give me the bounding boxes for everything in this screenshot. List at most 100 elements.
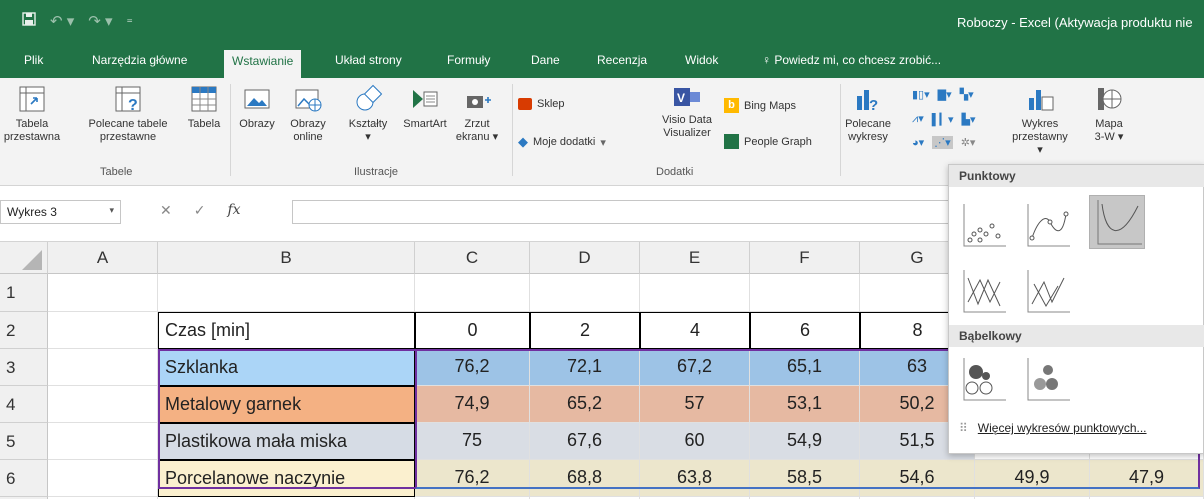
cell[interactable] (530, 274, 640, 312)
people-graph-button[interactable]: People Graph (724, 134, 812, 149)
cell[interactable] (750, 274, 860, 312)
undo-icon[interactable]: ↶ ▾ (50, 12, 74, 30)
tab-view[interactable]: Widok (685, 53, 718, 67)
scatter-markers-thumb[interactable] (957, 199, 1007, 249)
cell-value[interactable]: 47,9 (1090, 460, 1204, 497)
cell[interactable] (48, 460, 158, 497)
tab-data[interactable]: Dane (531, 53, 560, 67)
pivot-table-button[interactable]: Tabela przestawna (2, 84, 62, 144)
bubble-thumb[interactable] (957, 353, 1007, 403)
row-header-5[interactable]: 5 (0, 423, 48, 460)
cell-value[interactable]: 53,1 (750, 386, 860, 423)
column-header-d[interactable]: D (530, 242, 640, 274)
cell-value[interactable]: 65,1 (750, 349, 860, 386)
online-pictures-button[interactable]: Obrazy online (283, 84, 333, 144)
cell-header-value[interactable]: 6 (750, 312, 860, 349)
cell[interactable] (640, 274, 750, 312)
cell-value[interactable]: 49,9 (975, 460, 1090, 497)
tell-me-box[interactable]: ♀ Powiedz mi, co chcesz zrobić... (762, 53, 941, 67)
row-header-6[interactable]: 6 (0, 460, 48, 497)
pivot-chart-button[interactable]: Wykres przestawny ▾ (1008, 84, 1072, 157)
cell[interactable] (48, 312, 158, 349)
cell-value[interactable]: 67,2 (640, 349, 750, 386)
cell-value[interactable]: 54,9 (750, 423, 860, 460)
cell-value[interactable]: 54,6 (860, 460, 975, 497)
cell-value[interactable]: 67,6 (530, 423, 640, 460)
cell-value[interactable]: 74,9 (415, 386, 530, 423)
tab-plik[interactable]: Plik (24, 53, 43, 67)
visio-visualizer-button[interactable]: V Visio Data Visualizer (650, 84, 724, 140)
cell-value[interactable]: 57 (640, 386, 750, 423)
tab-review[interactable]: Recenzja (597, 53, 647, 67)
pictures-button[interactable]: Obrazy (232, 84, 282, 131)
cell[interactable] (48, 349, 158, 386)
cell-row-label[interactable]: Plastikowa mała miska (158, 423, 415, 460)
row-header-2[interactable]: 2 (0, 312, 48, 349)
scatter-smooth-markers-thumb[interactable] (1021, 199, 1071, 249)
cell-row-label[interactable]: Metalowy garnek (158, 386, 415, 423)
select-all-corner[interactable] (0, 242, 48, 274)
cell-row-label[interactable]: Szklanka (158, 349, 415, 386)
3d-map-button[interactable]: Mapa 3-W ▾ (1084, 84, 1134, 144)
pie-chart-icon[interactable]: ◕▾ (912, 136, 924, 149)
cell-value[interactable]: 58,5 (750, 460, 860, 497)
bing-maps-button[interactable]: b Bing Maps (724, 98, 796, 113)
cell[interactable] (415, 274, 530, 312)
name-box[interactable]: Wykres 3 ▾ (0, 200, 121, 224)
cell-value[interactable]: 76,2 (415, 349, 530, 386)
cell-value[interactable]: 65,2 (530, 386, 640, 423)
recommended-charts-button[interactable]: ? Polecane wykresy (843, 84, 893, 144)
tab-page-layout[interactable]: Układ strony (335, 53, 402, 67)
function-icon[interactable]: fx (227, 202, 240, 219)
more-scatter-charts-link[interactable]: ⠿ Więcej wykresów punktowych... (959, 421, 1147, 435)
smartart-button[interactable]: SmartArt (398, 84, 452, 131)
column-header-b[interactable]: B (158, 242, 415, 274)
cell[interactable] (158, 274, 415, 312)
cell-value[interactable]: 68,8 (530, 460, 640, 497)
column-header-a[interactable]: A (48, 242, 158, 274)
cell-value[interactable]: 60 (640, 423, 750, 460)
scatter-smooth-lines-thumb[interactable] (1089, 195, 1145, 249)
column-header-f[interactable]: F (750, 242, 860, 274)
cell[interactable] (48, 274, 158, 312)
column-header-e[interactable]: E (640, 242, 750, 274)
chevron-down-icon[interactable]: ▾ (109, 205, 114, 216)
cell-row-label[interactable]: Porcelanowe naczynie (158, 460, 415, 497)
tab-formulas[interactable]: Formuły (447, 53, 490, 67)
cell[interactable] (48, 386, 158, 423)
redo-icon[interactable]: ↷ ▾ (88, 12, 112, 30)
statistic-chart-icon[interactable]: ▌▎▾ (932, 113, 954, 126)
radar-chart-icon[interactable]: ✲▾ (961, 136, 976, 149)
row-header-4[interactable]: 4 (0, 386, 48, 423)
cell-value[interactable]: 63,8 (640, 460, 750, 497)
scatter-straight-markers-thumb[interactable] (957, 265, 1007, 315)
line-chart-icon[interactable]: ⩘▾ (912, 112, 924, 126)
hierarchy-chart-icon[interactable]: ▇▾ (938, 88, 952, 101)
cancel-icon[interactable]: ✕ (160, 202, 172, 219)
tab-insert[interactable]: Wstawianie (224, 50, 302, 78)
table-button[interactable]: Tabela (182, 84, 226, 131)
store-button[interactable]: Sklep (518, 98, 565, 110)
column-chart-icon[interactable]: ▮▯▾ (912, 88, 930, 101)
screenshot-button[interactable]: Zrzut ekranu ▾ (454, 84, 500, 144)
cell[interactable] (48, 423, 158, 460)
customize-qat-icon[interactable]: ₌ (127, 12, 133, 30)
scatter-chart-icon[interactable]: ⋰▾ (932, 136, 953, 149)
save-icon[interactable] (22, 12, 36, 30)
cell-header-label[interactable]: Czas [min] (158, 312, 415, 349)
cell-value[interactable]: 75 (415, 423, 530, 460)
combo-chart-icon[interactable]: ▙▾ (962, 113, 976, 126)
cell-header-value[interactable]: 0 (415, 312, 530, 349)
enter-icon[interactable]: ✓ (194, 202, 206, 219)
cell-header-value[interactable]: 2 (530, 312, 640, 349)
row-header-3[interactable]: 3 (0, 349, 48, 386)
recommended-pivot-button[interactable]: ? Polecane tabele przestawne (82, 84, 174, 144)
column-header-c[interactable]: C (415, 242, 530, 274)
row-header-1[interactable]: 1 (0, 274, 48, 312)
scatter-straight-lines-thumb[interactable] (1021, 265, 1071, 315)
shapes-button[interactable]: Kształty ▾ (340, 84, 396, 144)
bubble-3d-thumb[interactable] (1021, 353, 1071, 403)
cell-value[interactable]: 72,1 (530, 349, 640, 386)
tab-home[interactable]: Narzędzia główne (92, 53, 187, 67)
cell-value[interactable]: 76,2 (415, 460, 530, 497)
